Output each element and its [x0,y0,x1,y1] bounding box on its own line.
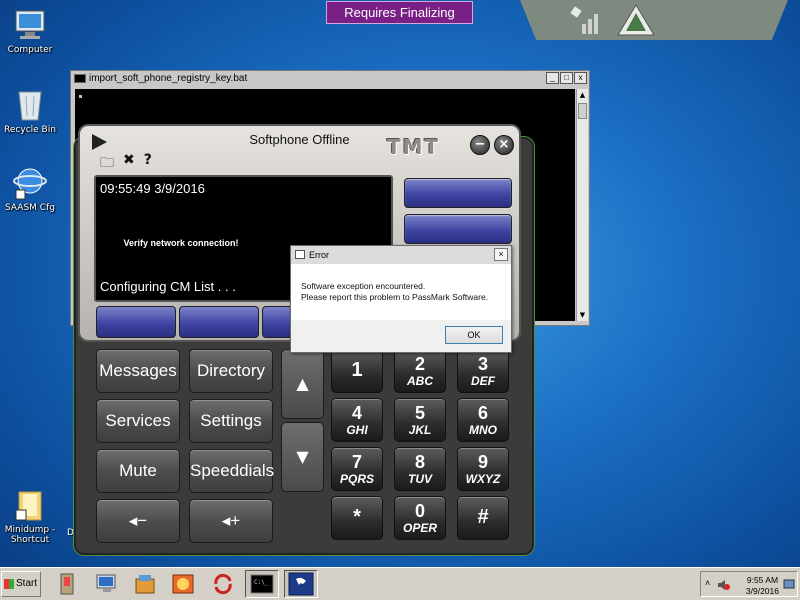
keypad-2[interactable]: 2 ABC [394,349,446,393]
logo-panel [520,0,788,40]
cmd-icon [74,74,86,83]
signal-icon [570,6,598,34]
recycle-bin-icon [18,91,42,121]
scroll-up-button[interactable]: ▲ [281,349,324,419]
refresh-icon [214,573,232,595]
desktop-icon-computer[interactable]: Computer [0,8,60,55]
error-dialog[interactable]: Error × Software exception encountered. … [290,245,512,353]
taskbar-app-2[interactable] [90,570,124,598]
taskbar-cmd[interactable]: C:\_ [245,570,279,598]
keypad-hash[interactable]: # [457,496,509,540]
taskbar-app-3[interactable] [128,570,162,598]
desktop-icon-label: Recycle Bin [4,125,56,135]
display-datetime: 09:55:49 3/9/2016 [100,181,205,196]
close-icon[interactable]: × [494,248,508,261]
scroll-down-button[interactable]: ▼ [281,422,324,492]
keypad-6[interactable]: 6 MNO [457,398,509,442]
app-1-icon [60,573,74,595]
tools-icon[interactable]: ✖ [123,152,135,176]
app-4-icon [172,574,194,594]
mute-button[interactable]: Mute [96,449,180,493]
taskbar-app-5[interactable] [206,570,240,598]
clock-time[interactable]: 9:55 AM [746,575,779,586]
error-message-line1: Software exception encountered. [301,281,426,291]
taskbar-app-4[interactable] [166,570,200,598]
keypad-5[interactable]: 5 JKL [394,398,446,442]
display-status-message: Verify network connection! [123,238,239,248]
error-dialog-body: Software exception encountered. Please r… [291,264,511,320]
taskbar-app-1[interactable] [50,570,84,598]
console-cursor [79,95,82,98]
softphone-title: Softphone Offline [249,132,350,147]
softphone-taskbar-icon [288,572,314,596]
taskbar: Start C:\_ ˄ 9:55 AM 3/9/2016 [0,567,800,600]
desktop-icon-label: Minidump - Shortcut [4,525,56,545]
start-label: Start [16,578,38,589]
taskbar-softphone[interactable] [284,570,318,598]
cmd-scrollbar[interactable]: ▲ ▼ [576,89,588,321]
keypad-1[interactable]: 1 [331,349,383,393]
wrk-emblem-icon [617,4,655,36]
error-message-line2: Please report this problem to PassMark S… [301,292,489,302]
show-desktop-icon[interactable] [783,578,795,590]
start-button[interactable]: Start [1,571,41,597]
settings-button[interactable]: Settings [189,399,273,443]
keypad-7[interactable]: 7 PQRS [331,447,383,491]
close-button[interactable]: x [574,72,587,84]
keypad-0[interactable]: 0 OPER [394,496,446,540]
scroll-up-arrow-icon[interactable]: ▲ [577,89,588,101]
minimize-round-button[interactable]: − [470,135,490,155]
cmd-taskbar-icon: C:\_ [250,574,274,594]
app-2-icon [96,574,116,592]
volume-down-button[interactable]: ◂− [96,499,180,543]
scroll-thumb[interactable] [578,103,587,119]
directory-button[interactable]: Directory [189,349,273,393]
keypad-4[interactable]: 4 GHI [331,398,383,442]
folder-shortcut-icon [15,491,42,521]
softkey-bottom-2[interactable] [179,306,259,338]
windows-flag-icon [4,579,14,589]
softkey-bottom-1[interactable] [96,306,176,338]
folder-icon[interactable]: 🗀 [100,152,114,176]
desktop-icon-label: Computer [7,45,53,55]
volume-muted-icon[interactable] [717,579,731,591]
maximize-button[interactable]: □ [560,72,573,84]
error-dialog-titlebar[interactable]: Error × [291,246,511,264]
error-window-icon [295,250,305,259]
chevron-up-icon[interactable]: ˄ [705,578,710,588]
close-round-button[interactable]: × [494,135,514,155]
desktop-icon-label: SAASM Cfg [5,203,55,213]
keypad-star[interactable]: * [331,496,383,540]
clock-date[interactable]: 3/9/2016 [746,586,779,597]
desktop-icon-partial: D [67,528,74,538]
help-icon[interactable]: ? [144,152,152,176]
svg-text:C:\_: C:\_ [254,579,269,586]
cmd-title: import_soft_phone_registry_key.bat [89,73,248,84]
app-3-icon [135,575,155,594]
keypad-3[interactable]: 3 DEF [457,349,509,393]
desktop-icon-minidump[interactable]: Minidump - Shortcut [0,488,60,545]
saasm-cfg-icon [13,168,47,200]
speeddials-button[interactable]: Speeddials [189,449,274,493]
tmt-logo: TMT [387,135,441,159]
services-button[interactable]: Services [96,399,180,443]
computer-icon [15,10,45,39]
error-dialog-title: Error [309,250,329,260]
desktop-icon-saasm-cfg[interactable]: SAASM Cfg [0,166,60,213]
scroll-down-arrow-icon[interactable]: ▼ [577,309,588,321]
minimize-button[interactable]: _ [546,72,559,84]
cmd-titlebar[interactable]: import_soft_phone_registry_key.bat _ □ x [71,71,589,87]
volume-up-button[interactable]: ◂+ [189,499,273,543]
keypad-9[interactable]: 9 WXYZ [457,447,509,491]
system-tray: ˄ 9:55 AM 3/9/2016 [700,571,798,597]
keypad-8[interactable]: 8 TUV [394,447,446,491]
messages-button[interactable]: Messages [96,349,180,393]
display-config-message: Configuring CM List . . . [100,279,236,294]
ok-button[interactable]: OK [445,326,503,344]
softkey-right-1[interactable] [404,178,512,208]
desktop-icon-recycle-bin[interactable]: Recycle Bin [0,86,60,135]
softkey-right-2[interactable] [404,214,512,244]
requires-finalizing-banner: Requires Finalizing [326,1,473,24]
